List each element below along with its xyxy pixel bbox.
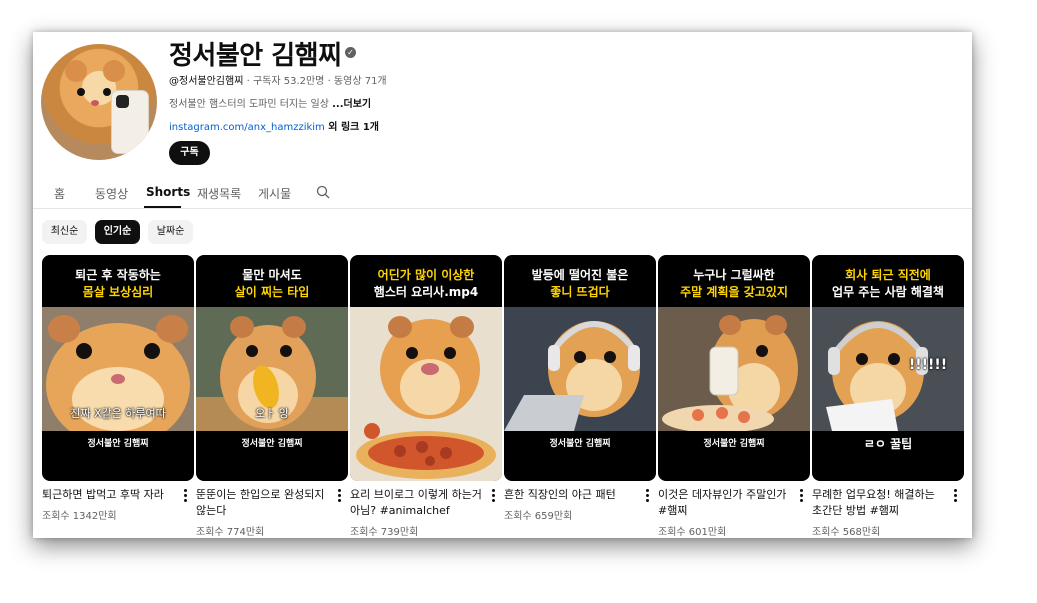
short-thumbnail[interactable]: 어딘가 많이 이상한 햄스터 요리사.mp4 <box>350 255 502 481</box>
short-card[interactable]: 물만 마셔도 살이 찌는 타입 오ㅏ 앙 정서불안 김햄찌 뚠뚠이는 한입으로 … <box>196 255 348 538</box>
thumbnail-caption-line2: 좋니 뜨겁다 <box>550 285 610 299</box>
channel-links: instagram.com/anx_hamzzikim 외 링크 1개 <box>169 118 379 133</box>
more-link[interactable]: ...더보기 <box>332 99 371 110</box>
description-text: 정서불안 햄스터의 도파민 터지는 일상 <box>169 99 333 110</box>
thumbnail-caption-line2: 몸살 보상심리 <box>82 285 154 299</box>
short-title[interactable]: 요리 브이로그 이렇게 하는거 아님? #animalchef <box>350 487 486 519</box>
thumbnail-caption-line1: 물만 마셔도 <box>242 268 302 282</box>
short-title[interactable]: 흔한 직장인의 야근 패턴 <box>504 487 640 503</box>
channel-meta: @정서불안김햄찌 · 구독자 53.2만명 · 동영상 71개 <box>169 72 387 87</box>
short-title[interactable]: 퇴근하면 밥먹고 후딱 자라 <box>42 487 178 503</box>
thumbnail-subtitle: 진짜 X같은 하루여따 <box>70 407 166 420</box>
short-views: 조회수 739만회 <box>350 527 419 538</box>
avatar-ear <box>65 60 87 82</box>
more-options-icon[interactable] <box>798 489 804 504</box>
hamster-phone-image <box>658 307 810 431</box>
thumbnail-caption-line1: 회사 퇴근 직전에 <box>845 268 931 282</box>
thumbnail-caption-line1: 누구나 그럴싸한 <box>693 268 775 282</box>
thumbnail-subtitle: 오ㅏ 앙 <box>255 407 289 420</box>
short-card[interactable]: 퇴근 후 작동하는 몸살 보상심리 진짜 X같은 하루여따 정서불안 김햄찌 퇴… <box>42 255 194 522</box>
more-options-icon[interactable] <box>182 489 188 504</box>
thumbnail-caption-line1: 어딘가 많이 이상한 <box>377 268 475 282</box>
short-thumbnail[interactable]: 물만 마셔도 살이 찌는 타입 오ㅏ 앙 정서불안 김햄찌 <box>196 255 348 481</box>
active-tab-underline <box>144 206 181 208</box>
channel-name: 정서불안 김햄찌 <box>169 41 342 71</box>
thumbnail-footer: 정서불안 김햄찌 <box>549 439 611 449</box>
channel-tabs: 홈 동영상 Shorts 재생목록 게시물 <box>33 180 972 209</box>
short-card[interactable]: 어딘가 많이 이상한 햄스터 요리사.mp4 요리 브이로그 이렇게 하는거 아… <box>350 255 502 538</box>
tab-posts[interactable]: 게시물 <box>258 185 291 202</box>
tab-videos[interactable]: 동영상 <box>95 185 128 202</box>
avatar-eye <box>77 88 85 96</box>
chip-oldest[interactable]: 날짜순 <box>148 220 193 244</box>
thumbnail-caption-line2: 주말 계획을 갖고있지 <box>680 285 788 299</box>
chip-latest[interactable]: 최신순 <box>42 220 87 244</box>
short-views: 조회수 1342만회 <box>42 511 117 522</box>
verified-check-icon: ✓ <box>345 47 356 58</box>
short-thumbnail[interactable]: 회사 퇴근 직전에 업무 주는 사람 해결책 !!!!!! ㄹㅇ 꿀팁 <box>812 255 964 481</box>
thumbnail-caption-line1: 퇴근 후 작동하는 <box>75 268 161 282</box>
tab-playlists[interactable]: 재생목록 <box>197 185 241 202</box>
short-views: 조회수 659만회 <box>504 511 573 522</box>
short-thumbnail[interactable]: 퇴근 후 작동하는 몸살 보상심리 진짜 X같은 하루여따 정서불안 김햄찌 <box>42 255 194 481</box>
avatar-nose <box>91 100 99 106</box>
more-options-icon[interactable] <box>644 489 650 504</box>
avatar-ear <box>103 60 125 82</box>
channel-handle: @정서불안김햄찌 <box>169 76 244 87</box>
thumbnail-caption-line2: 햄스터 요리사.mp4 <box>373 285 479 299</box>
short-title[interactable]: 이것은 데자뷰인가 주말인가 #햄찌 <box>658 487 794 519</box>
thumbnail-footer: 정서불안 김햄찌 <box>703 439 765 449</box>
hamster-laptop-image <box>504 307 656 431</box>
short-card[interactable]: 회사 퇴근 직전에 업무 주는 사람 해결책 !!!!!! ㄹㅇ 꿀팁 무례한 … <box>812 255 964 538</box>
thumbnail-subtitle: !!!!!! <box>908 357 948 373</box>
short-card[interactable]: 발등에 떨어진 불은 좋니 뜨겁다 정서불안 김햄찌 흔한 직장인의 야근 패턴… <box>504 255 656 522</box>
channel-avatar[interactable] <box>41 44 157 160</box>
short-views: 조회수 774만회 <box>196 527 265 538</box>
hamster-chef-pizza-image <box>350 307 502 481</box>
thumbnail-footer: 정서불안 김햄찌 <box>87 439 149 449</box>
short-views: 조회수 601만회 <box>658 527 727 538</box>
instagram-link[interactable]: instagram.com/anx_hamzzikim <box>169 122 325 133</box>
search-icon[interactable] <box>316 185 330 199</box>
short-title[interactable]: 뚠뚠이는 한입으로 완성되지 않는다 <box>196 487 332 519</box>
tab-shorts[interactable]: Shorts <box>146 185 190 199</box>
thumbnail-caption-line1: 발등에 떨어진 불은 <box>531 268 629 282</box>
more-options-icon[interactable] <box>952 489 958 504</box>
thumbnail-caption-line2: 업무 주는 사람 해결책 <box>832 285 944 299</box>
chip-popular[interactable]: 인기순 <box>95 220 140 244</box>
avatar-phone <box>111 90 149 154</box>
tab-home[interactable]: 홈 <box>54 185 65 202</box>
more-options-icon[interactable] <box>336 489 342 504</box>
avatar-eye <box>103 88 111 96</box>
thumbnail-footer: ㄹㅇ 꿀팁 <box>863 437 913 451</box>
channel-description[interactable]: 정서불안 햄스터의 도파민 터지는 일상 ...더보기 <box>169 95 371 110</box>
youtube-channel-page: 정서불안 김햄찌 ✓ @정서불안김햄찌 · 구독자 53.2만명 · 동영상 7… <box>33 32 972 538</box>
subscribe-button[interactable]: 구독 <box>169 141 210 165</box>
short-thumbnail[interactable]: 발등에 떨어진 불은 좋니 뜨겁다 정서불안 김햄찌 <box>504 255 656 481</box>
thumbnail-footer: 정서불안 김햄찌 <box>241 439 303 449</box>
channel-stats: · 구독자 53.2만명 · 동영상 71개 <box>243 76 387 87</box>
more-links-link[interactable]: 외 링크 1개 <box>325 122 379 133</box>
short-views: 조회수 568만회 <box>812 527 881 538</box>
short-title[interactable]: 무례한 업무요청! 해결하는 초간단 방법 #햄찌 <box>812 487 948 519</box>
short-card[interactable]: 누구나 그럴싸한 주말 계획을 갖고있지 정서불안 김햄찌 이것은 데자뷰인가 … <box>658 255 810 538</box>
thumbnail-caption-line2: 살이 찌는 타입 <box>234 285 310 299</box>
short-thumbnail[interactable]: 누구나 그럴싸한 주말 계획을 갖고있지 정서불안 김햄찌 <box>658 255 810 481</box>
more-options-icon[interactable] <box>490 489 496 504</box>
